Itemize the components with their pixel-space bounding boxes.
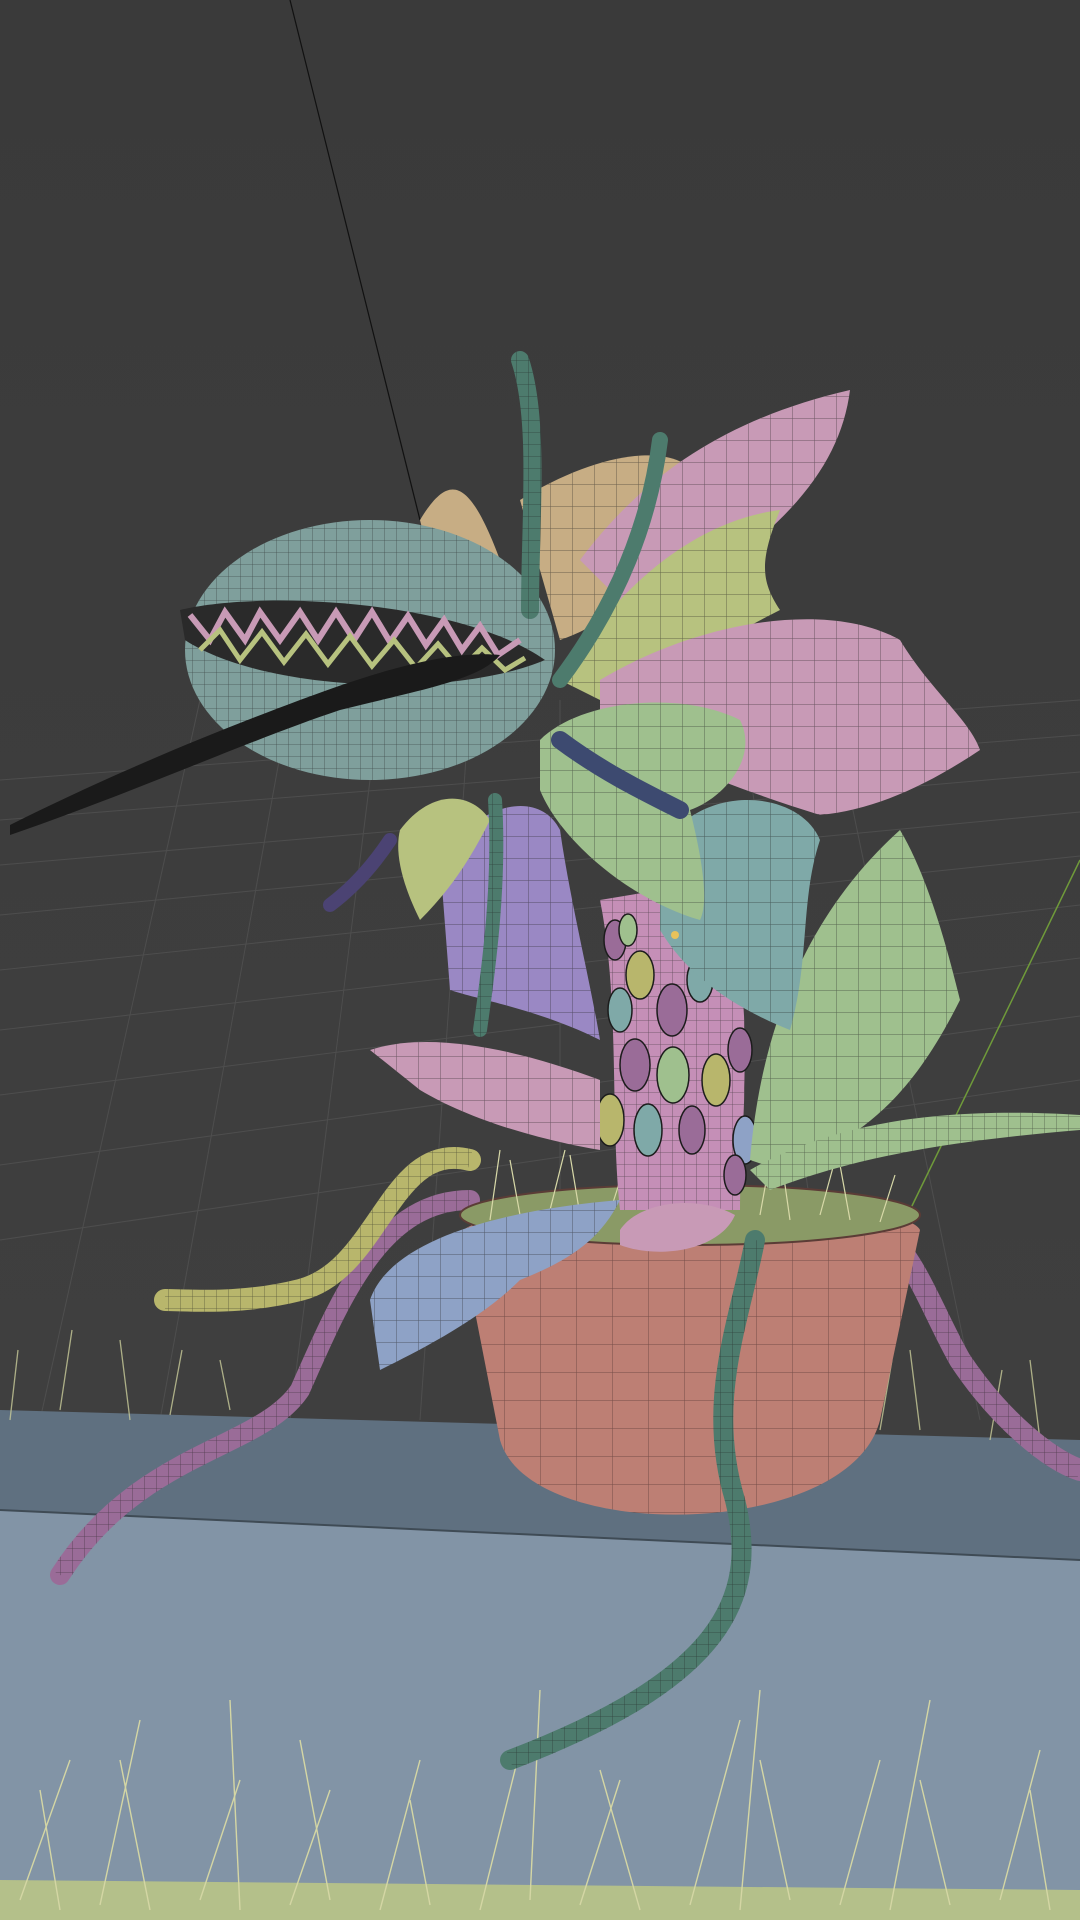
backdrop-plane: [0, 1510, 1080, 1920]
3d-viewport[interactable]: [0, 0, 1080, 1920]
viewport-scene[interactable]: [0, 0, 1080, 1920]
light-marker[interactable]: [671, 931, 679, 939]
